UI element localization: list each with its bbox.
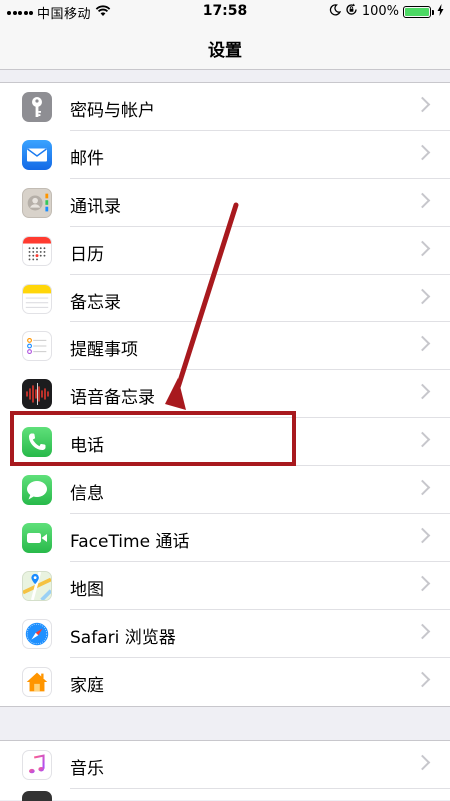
chevron-right-icon: [414, 754, 431, 771]
settings-row-label: 备忘录: [70, 292, 121, 313]
settings-row-label: 音乐: [70, 759, 104, 779]
settings-row-voice-memos[interactable]: 语音备忘录: [0, 370, 450, 419]
contacts-icon: [22, 187, 52, 218]
music-icon: [22, 750, 52, 780]
settings-row-facetime[interactable]: FaceTime 通话: [0, 514, 450, 562]
chevron-right-icon: [414, 623, 431, 640]
settings-row-label: 提醒事项: [70, 340, 138, 361]
settings-row-label: 电话: [70, 436, 104, 457]
chevron-right-icon: [414, 96, 431, 113]
chevron-right-icon: [414, 479, 431, 496]
settings-row-mail[interactable]: 邮件: [0, 131, 450, 179]
settings-row-phone[interactable]: 电话: [0, 418, 450, 467]
chevron-right-icon: [414, 384, 431, 400]
settings-row-label: FaceTime 通话: [70, 532, 190, 553]
settings-row-contacts[interactable]: 通讯录: [0, 179, 450, 227]
home-icon: [22, 666, 52, 697]
reminders-icon: [22, 331, 52, 362]
chevron-right-icon: [414, 240, 431, 256]
page-title: 设置: [208, 41, 242, 61]
battery-icon: [403, 5, 434, 18]
battery-percent: 100%: [361, 4, 399, 19]
chevron-right-icon: [414, 575, 431, 592]
settings-row-reminders[interactable]: 提醒事项: [0, 322, 450, 371]
settings-row-passwords-accounts[interactable]: 密码与帐户: [0, 83, 450, 131]
maps-icon: [22, 570, 52, 601]
settings-row-label: 信息: [70, 484, 104, 505]
chevron-right-icon: [414, 431, 431, 448]
settings-row-label: 密码与帐户: [70, 101, 155, 121]
settings-row-maps[interactable]: 地图: [0, 562, 450, 610]
settings-row-safari[interactable]: Safari 浏览器: [0, 610, 450, 658]
chevron-right-icon: [414, 336, 431, 352]
settings-row-label: 邮件: [70, 148, 104, 169]
messages-icon: [22, 475, 52, 506]
status-bar-right: 100%: [329, 3, 444, 20]
facetime-icon: [22, 523, 52, 554]
status-bar: 中国移动 17:58 100%: [0, 0, 450, 24]
settings-row-label: 家庭: [70, 675, 104, 696]
moon-icon: [329, 3, 342, 20]
settings-group-media: 音乐: [0, 740, 450, 801]
settings-row-notes[interactable]: 备忘录: [0, 275, 450, 323]
chevron-right-icon: [414, 527, 431, 544]
settings-row-label: 通讯录: [70, 196, 121, 217]
calendar-icon: [22, 235, 52, 266]
row-divider: [70, 787, 450, 789]
orientation-lock-icon: [345, 3, 358, 20]
mail-icon: [22, 139, 52, 170]
settings-row-label: Safari 浏览器: [70, 627, 176, 648]
chevron-right-icon: [414, 288, 431, 304]
key-icon: [22, 92, 52, 122]
chevron-right-icon: [414, 671, 431, 687]
voice-memos-icon: [22, 379, 52, 410]
safari-icon: [22, 618, 52, 649]
settings-row-label: 日历: [70, 244, 104, 265]
settings-group-apps: 密码与帐户 邮件 通讯录 日历 备忘录 提醒事项 语音备忘录 电话 信息 Fac…: [0, 82, 450, 707]
chevron-right-icon: [414, 192, 431, 209]
settings-row-messages[interactable]: 信息: [0, 466, 450, 515]
settings-row-music[interactable]: 音乐: [0, 741, 450, 789]
settings-row-label: 语音备忘录: [70, 388, 155, 409]
settings-row-home[interactable]: 家庭: [0, 658, 450, 706]
battery-fill: [405, 7, 429, 16]
phone-icon: [22, 427, 52, 458]
chevron-right-icon: [414, 144, 431, 161]
navigation-bar: 设置: [0, 24, 450, 70]
charging-icon: [437, 3, 444, 20]
settings-row-calendar[interactable]: 日历: [0, 227, 450, 275]
settings-row-label: 地图: [70, 579, 104, 600]
notes-icon: [22, 283, 52, 314]
